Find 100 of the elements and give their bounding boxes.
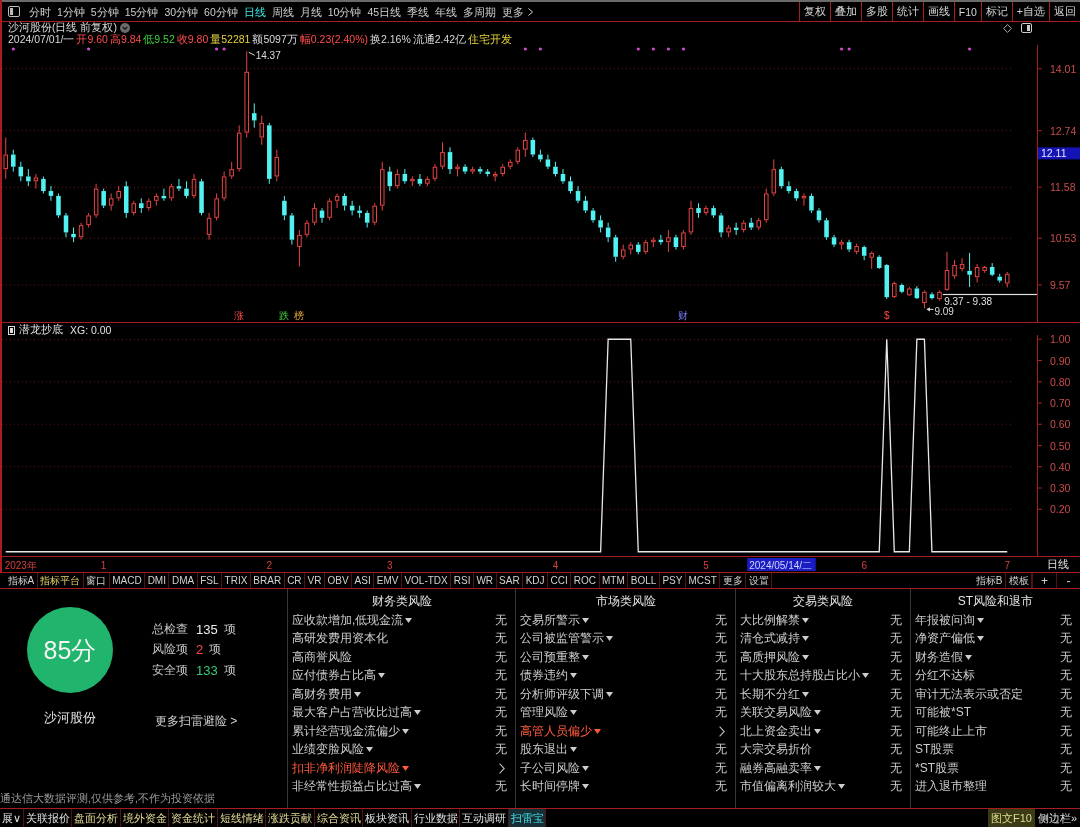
caret-down-icon[interactable]	[802, 636, 809, 642]
bottom-tab[interactable]: 境外资金	[120, 809, 170, 827]
toolbar-button[interactable]: +自选	[1011, 2, 1049, 21]
indicator-tab[interactable]: ROC	[571, 573, 600, 588]
indicator-tab[interactable]: MTM	[599, 573, 629, 588]
period-tab[interactable]: 5分钟	[90, 4, 119, 19]
bottom-tab[interactable]: 互动调研	[460, 809, 509, 827]
caret-down-icon[interactable]	[977, 636, 984, 642]
period-tab[interactable]: 15分钟	[124, 4, 159, 19]
caret-down-icon[interactable]	[582, 765, 589, 771]
caret-down-icon[interactable]	[402, 728, 409, 734]
toolbar-button[interactable]: 多股	[860, 2, 892, 21]
caret-down-icon[interactable]	[862, 673, 869, 679]
period-tab[interactable]: 月线	[299, 4, 322, 19]
zoom-button[interactable]: -	[1056, 573, 1080, 588]
more-link[interactable]: 更多扫雷避险 >	[155, 712, 238, 729]
caret-down-icon[interactable]	[606, 636, 613, 642]
caret-down-icon[interactable]	[965, 654, 972, 660]
period-tab[interactable]: 周线	[271, 4, 294, 19]
indicator-tab[interactable]: DMI	[145, 573, 170, 588]
diamond-icon[interactable]	[1003, 23, 1012, 33]
panel-icon[interactable]	[8, 6, 20, 17]
caret-down-icon[interactable]	[402, 765, 409, 771]
bottom-tab[interactable]: 资金统计	[169, 809, 218, 827]
period-tab[interactable]: 年线	[435, 4, 458, 19]
indicator-tab[interactable]: 窗口	[83, 573, 110, 588]
indicator-tab[interactable]: CR	[284, 573, 306, 588]
bottom-tab[interactable]: 关联报价	[23, 809, 73, 827]
caret-down-icon[interactable]	[802, 617, 809, 623]
caret-down-icon[interactable]	[570, 710, 577, 716]
caret-down-icon[interactable]	[582, 654, 589, 660]
indicator-tab[interactable]: VOL-TDX	[401, 573, 452, 588]
bottom-tab[interactable]: 行业数据	[411, 809, 461, 827]
indicator-tab[interactable]: TRIX	[222, 573, 251, 588]
caret-down-icon[interactable]	[570, 673, 577, 679]
toolbar-button[interactable]: 统计	[891, 2, 923, 21]
zoom-button[interactable]: +	[1032, 573, 1056, 588]
indicator-tab[interactable]: KDJ	[523, 573, 549, 588]
indicator-tab[interactable]: MCST	[685, 573, 721, 588]
indicator-tab[interactable]: FSL	[197, 573, 223, 588]
chevron-right-icon[interactable]	[719, 725, 725, 737]
indicator-tab[interactable]: 模板	[1006, 573, 1032, 588]
side-button[interactable]: 图文F10	[987, 809, 1035, 827]
toolbar-button[interactable]: 叠加	[829, 2, 861, 21]
indicator-tab[interactable]: DMA	[169, 573, 198, 588]
period-tab[interactable]: 60分钟	[204, 4, 238, 19]
bottom-tab[interactable]: 扫雷宝	[508, 809, 547, 827]
circled-chevron-icon[interactable]	[119, 23, 130, 33]
caret-down-icon[interactable]	[570, 747, 577, 753]
indicator-tab[interactable]: 指标平台	[37, 573, 84, 588]
caret-down-icon[interactable]	[838, 784, 845, 790]
bottom-tab[interactable]: 板块资讯	[363, 809, 412, 827]
toolbar-button[interactable]: F10	[953, 2, 981, 21]
indicator-tab[interactable]: ASI	[352, 573, 375, 588]
caret-down-icon[interactable]	[814, 765, 821, 771]
indicator-icon[interactable]	[8, 325, 15, 335]
caret-down-icon[interactable]	[582, 617, 589, 623]
indicator-tab[interactable]: SAR	[496, 573, 524, 588]
period-tab[interactable]: 1分钟	[57, 4, 85, 19]
caret-down-icon[interactable]	[814, 710, 821, 716]
toolbar-button[interactable]: 画线	[922, 2, 954, 21]
window-icon[interactable]	[1021, 23, 1032, 33]
caret-down-icon[interactable]	[354, 691, 361, 697]
bottom-tab[interactable]: 涨跌贡献	[266, 809, 315, 827]
caret-down-icon[interactable]	[405, 617, 413, 623]
indicator-tab[interactable]: 更多	[720, 573, 747, 588]
bottom-tab[interactable]: 展∨	[0, 809, 24, 827]
indicator-tab[interactable]: WR	[473, 573, 497, 588]
caret-down-icon[interactable]	[814, 728, 821, 734]
indicator-tab[interactable]: RSI	[451, 573, 474, 588]
bottom-tab[interactable]: 盘面分析	[72, 809, 121, 827]
caret-down-icon[interactable]	[414, 784, 421, 790]
period-tab[interactable]: 45日线	[367, 4, 402, 19]
toolbar-button[interactable]: 复权	[798, 2, 830, 21]
caret-down-icon[interactable]	[414, 710, 421, 716]
period-tab[interactable]: 更多	[502, 4, 534, 19]
toolbar-button[interactable]: 返回	[1049, 2, 1080, 21]
bottom-tab[interactable]: 综合资讯	[314, 809, 364, 827]
caret-down-icon[interactable]	[977, 617, 984, 623]
indicator-tab[interactable]: 设置	[746, 573, 773, 588]
period-tab[interactable]: 日线	[243, 4, 266, 19]
indicator-tab[interactable]: BOLL	[628, 573, 660, 588]
toolbar-button[interactable]: 标记	[980, 2, 1012, 21]
bottom-tab[interactable]: 短线情绪	[217, 809, 267, 827]
indicator-tab[interactable]: 指标A	[5, 573, 38, 588]
indicator-tab[interactable]: OBV	[325, 573, 353, 588]
caret-down-icon[interactable]	[802, 654, 809, 660]
indicator-tab[interactable]: VR	[305, 573, 325, 588]
indicator-tab[interactable]: BRAR	[250, 573, 285, 588]
chevron-right-icon[interactable]	[499, 762, 505, 774]
caret-down-icon[interactable]	[582, 784, 589, 790]
period-tab[interactable]: 多周期	[463, 4, 497, 19]
caret-down-icon[interactable]	[378, 673, 385, 679]
period-tab[interactable]: 分时	[29, 4, 51, 19]
period-tab[interactable]: 30分钟	[164, 4, 199, 19]
indicator-tab[interactable]: MACD	[109, 573, 146, 588]
caret-down-icon[interactable]	[802, 691, 809, 697]
side-button[interactable]: 侧边栏»	[1034, 809, 1080, 827]
period-tab[interactable]: 10分钟	[327, 4, 362, 19]
indicator-tab[interactable]: CCI	[548, 573, 572, 588]
